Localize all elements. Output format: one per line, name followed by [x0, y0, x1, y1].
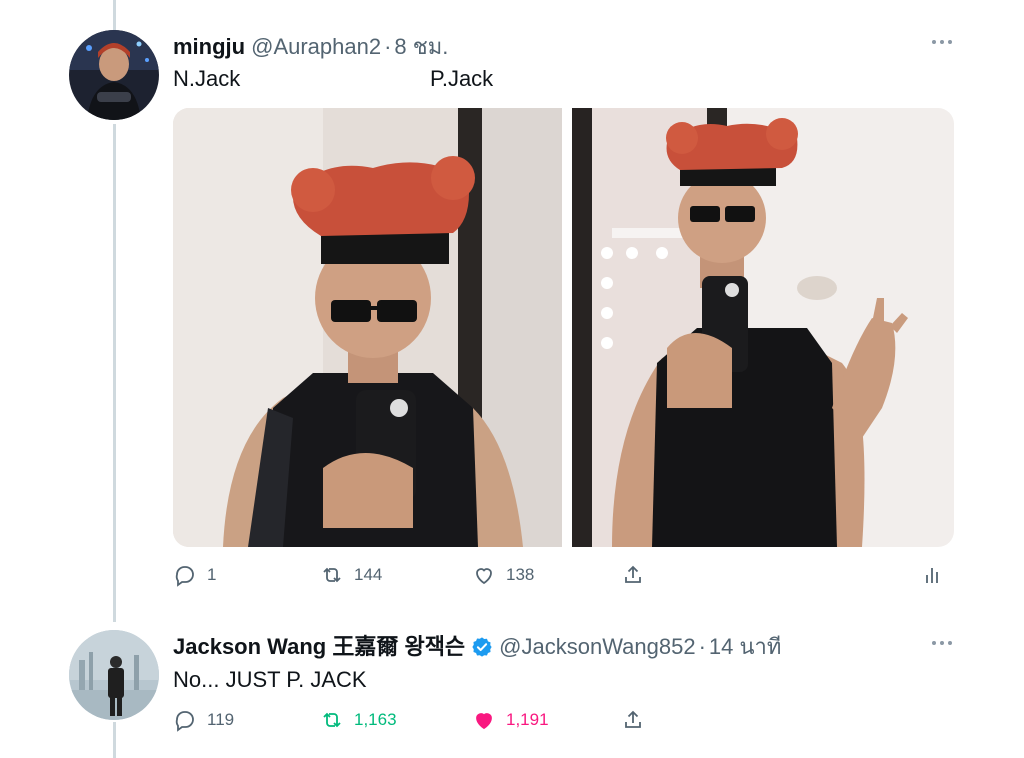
reply-icon [175, 566, 194, 587]
tweet1-media[interactable] [173, 108, 954, 547]
jackson-avatar-image [69, 630, 159, 720]
tweet1-share-button[interactable] [621, 563, 645, 587]
mingju-avatar[interactable] [69, 30, 159, 120]
tweet2-retweet-button[interactable]: 1,163 [320, 708, 397, 732]
tweet2-share-button[interactable] [621, 708, 645, 732]
thread-line-top [113, 0, 116, 30]
like-icon [476, 713, 492, 730]
tweet2-handle[interactable]: @JacksonWang852 [499, 634, 695, 660]
share-icon [625, 565, 641, 583]
reply-icon [175, 711, 194, 732]
tweet1-photo-right[interactable] [572, 108, 954, 547]
share-icon [625, 710, 641, 728]
tweet1-author-name[interactable]: mingju [173, 34, 245, 60]
tweet1-text-right: P.Jack [430, 66, 494, 91]
tweet1-retweet-count: 144 [354, 565, 383, 584]
tweet2-timestamp[interactable]: 14 นาที [709, 629, 781, 664]
tweet2-reply-count: 119 [207, 710, 235, 729]
tweet2-header: Jackson Wang 王嘉爾 왕잭슨 @JacksonWang852 · 1… [173, 629, 781, 664]
tweet2-reply-button[interactable]: 119 [173, 708, 234, 732]
tweet1-photo-left[interactable] [173, 108, 562, 547]
tweet1-more-icon[interactable] [932, 40, 952, 44]
tweet1-analytics-button[interactable] [920, 563, 944, 587]
tweet1-handle[interactable]: @Auraphan2 [251, 34, 381, 60]
tweet1-reply-button[interactable]: 1 [173, 563, 216, 587]
retweet-icon [323, 712, 341, 728]
tweet1-timestamp[interactable]: 8 ชม. [394, 29, 448, 64]
tweet1-reply-count: 1 [207, 565, 217, 584]
thread-line-bottom [113, 722, 116, 758]
tweet1-header: mingju @Auraphan2 · 8 ชม. [173, 29, 448, 64]
tweet2-like-count: 1,191 [506, 710, 549, 729]
tweet1-like-count: 138 [506, 565, 535, 584]
tweet2-retweet-count: 1,163 [354, 710, 397, 729]
thread-line-middle [113, 124, 116, 622]
tweet2-text: No... JUST P. JACK [173, 667, 367, 692]
tweet1-retweet-button[interactable]: 144 [320, 563, 382, 587]
tweet2-like-button[interactable]: 1,191 [472, 708, 549, 732]
like-icon [476, 568, 492, 585]
jackson-avatar[interactable] [69, 630, 159, 720]
tweet1-like-button[interactable]: 138 [472, 563, 534, 587]
analytics-icon [926, 568, 938, 583]
tweet1-separator: · [384, 34, 392, 59]
tweet2-separator: · [698, 634, 706, 659]
mingju-avatar-image [69, 30, 159, 120]
tweet2-author-name[interactable]: Jackson Wang 王嘉爾 왕잭슨 [173, 629, 465, 661]
verified-badge-icon [472, 636, 492, 657]
tweet2-more-icon[interactable] [932, 641, 952, 645]
retweet-icon [323, 567, 341, 583]
tweet1-text-left: N.Jack [173, 66, 241, 91]
